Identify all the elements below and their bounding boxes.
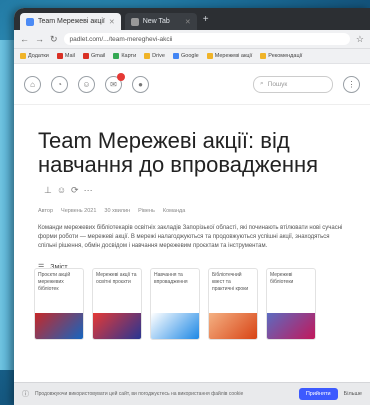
share-icon[interactable]: ⟳ — [71, 178, 79, 202]
card-image — [35, 313, 83, 339]
meta-item: Автор — [38, 208, 54, 215]
smile-icon[interactable]: ☺ — [57, 178, 66, 202]
card-row: Проєкти акцій мережевих бібліотек Мереже… — [34, 268, 316, 340]
more-info-button[interactable]: Більше — [344, 391, 362, 397]
tab-new[interactable]: New Tab ✕ — [124, 13, 197, 30]
star-icon[interactable]: ☆ — [356, 34, 364, 45]
meta-item: 30 хвилин — [104, 208, 131, 215]
card-image — [151, 313, 199, 339]
article-title: Team Мережеві акції: від навчання до впр… — [38, 129, 338, 202]
web-page: ⌂ ◔ ☺ ✉ ● ⌕ Пошук ⋮ Team Мережеві акції:… — [14, 64, 370, 405]
profile-icon[interactable]: ● — [132, 75, 149, 93]
meta-item: Червень 2021 — [61, 208, 97, 215]
card-image — [267, 313, 315, 339]
content-card[interactable]: Проєкти акцій мережевих бібліотек — [34, 268, 84, 340]
info-icon: ⓘ — [22, 391, 29, 398]
search-input[interactable]: ⌕ Пошук — [253, 75, 333, 93]
forward-icon[interactable]: → — [35, 34, 44, 44]
bookmark-item[interactable]: Карти — [113, 53, 136, 59]
users-icon[interactable]: ☺ — [78, 75, 95, 93]
bookmark-item[interactable]: Мережеві акції — [206, 53, 252, 59]
cookie-text: Продовжуючи використовувати цей сайт, ви… — [35, 391, 244, 397]
more-icon[interactable]: ⋯ — [84, 178, 93, 202]
search-placeholder: Пошук — [267, 80, 288, 88]
bookmark-item[interactable]: Drive — [144, 53, 165, 59]
bookmark-item[interactable]: Рекомендації — [260, 53, 302, 59]
cookie-banner: ⓘ Продовжуючи використовувати цей сайт, … — [14, 382, 370, 405]
url-bar[interactable]: padlet.com/.../team-mereghevi-akcii — [63, 33, 350, 45]
bookmarks-bar: Додатки Mail Gmail Карти Drive Google Ме… — [14, 49, 370, 64]
card-image — [209, 313, 257, 339]
close-tab-icon[interactable]: ✕ — [185, 18, 191, 26]
bookmark-item[interactable]: Додатки — [20, 53, 49, 59]
back-icon[interactable]: ← — [20, 34, 29, 44]
notification-badge — [117, 72, 125, 81]
tab-label: Team Мережеві акції — [38, 18, 105, 25]
new-tab-button[interactable]: + — [203, 14, 209, 25]
card-text: Проєкти акцій мережевих бібліотек — [38, 272, 71, 292]
card-text: Мережеві бібліотеки — [270, 272, 294, 285]
bookmark-item[interactable]: Google — [172, 53, 199, 59]
content-card[interactable]: Бібліотечний квест та практичні кроки — [208, 268, 258, 340]
bell-icon[interactable]: ◔ — [51, 75, 68, 93]
card-image — [93, 313, 141, 339]
laptop-screen: Team Мережеві акції ✕ New Tab ✕ + ← → ↻ … — [14, 8, 370, 405]
reaction-icons: ⊥ ☺ ⟳ ⋯ — [44, 178, 93, 202]
close-tab-icon[interactable]: ✕ — [109, 18, 115, 26]
card-text: Навчання та впровадження — [154, 272, 188, 285]
bookmark-item[interactable]: Mail — [56, 53, 75, 59]
article-meta: Автор Червень 2021 30 хвилин Рівень Кома… — [38, 208, 370, 214]
meta-item: Рівень — [138, 208, 155, 215]
tab-active[interactable]: Team Мережеві акції ✕ — [20, 13, 121, 30]
content-card[interactable]: Мережеві акції та освітні проєкти — [92, 268, 142, 340]
meta-item: Команда — [162, 208, 186, 215]
tab-strip: Team Мережеві акції ✕ New Tab ✕ + — [14, 8, 370, 30]
card-text: Мережеві акції та освітні проєкти — [96, 272, 137, 285]
bookmark-item[interactable]: Gmail — [82, 53, 105, 59]
notifications-icon[interactable]: ✉ — [105, 72, 125, 93]
tab-label: New Tab — [142, 18, 170, 25]
address-row: ← → ↻ padlet.com/.../team-mereghevi-akci… — [14, 30, 370, 49]
accept-cookies-button[interactable]: Прийняти — [298, 388, 338, 400]
search-icon: ⌕ — [260, 80, 264, 87]
card-text: Бібліотечний квест та практичні кроки — [212, 272, 249, 292]
menu-button[interactable]: ⋮ — [343, 75, 360, 93]
content-card[interactable]: Мережеві бібліотеки — [266, 268, 316, 340]
content-card[interactable]: Навчання та впровадження — [150, 268, 200, 340]
article-summary: Команди мережевих бібліотекарів освітніх… — [38, 225, 343, 250]
site-header: ⌂ ◔ ☺ ✉ ● ⌕ Пошук ⋮ — [14, 64, 370, 105]
reload-icon[interactable]: ↻ — [50, 34, 58, 45]
favicon-icon — [26, 17, 34, 26]
like-icon[interactable]: ⊥ — [44, 178, 52, 202]
title-text: Team Мережеві акції: від навчання до впр… — [38, 128, 319, 177]
favicon-icon — [130, 17, 139, 26]
home-icon[interactable]: ⌂ — [24, 75, 41, 93]
